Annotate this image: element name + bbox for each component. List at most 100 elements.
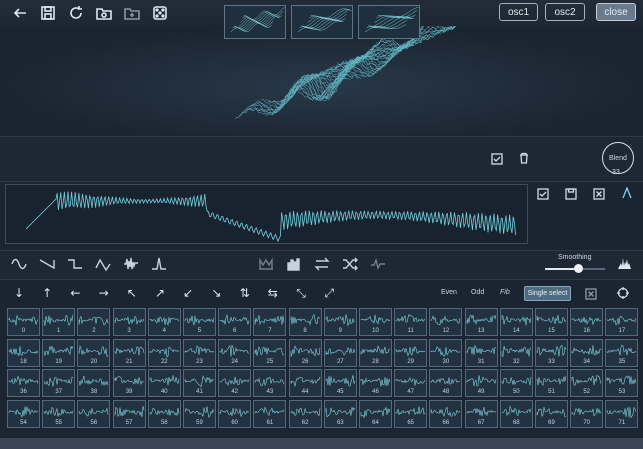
wave-cell[interactable]: 52 [570,369,604,397]
wave-cell[interactable]: 37 [42,369,76,397]
wave-cell[interactable]: 3 [112,308,146,336]
arrow-sort-icon[interactable]: ⤢ [322,286,336,300]
clear-icon[interactable] [593,188,605,200]
checkbox-icon[interactable] [491,153,503,165]
wave-cell[interactable]: 41 [183,369,216,397]
wave-cell[interactable]: 42 [218,369,252,397]
wave-cell[interactable]: 71 [605,399,639,428]
wave-cell[interactable]: 51 [535,369,568,397]
sine-icon[interactable] [11,256,27,272]
wave-cell[interactable]: 6 [218,308,252,336]
arrow-sort-icon[interactable]: ↖ [125,286,139,300]
saw-icon[interactable] [39,256,55,272]
wave-cell[interactable]: 11 [394,308,428,336]
dice-icon[interactable] [150,3,170,23]
wave-cell[interactable]: 62 [288,399,322,428]
wave-cell[interactable]: 30 [429,338,463,367]
wave-cell[interactable]: 7 [253,308,287,336]
spectrum-icon[interactable] [286,256,302,272]
wave-cell[interactable]: 21 [112,338,146,367]
odd-select[interactable]: Odd [471,289,484,296]
close-button[interactable]: close [596,3,636,21]
wave-cell[interactable]: 69 [535,399,568,428]
wave-cell[interactable]: 54 [7,399,40,428]
wave-cell[interactable]: 32 [499,338,533,367]
wave-cell[interactable]: 49 [464,369,498,397]
refresh-icon[interactable] [66,3,86,23]
wave-cell[interactable]: 56 [77,399,111,428]
arrow-sort-icon[interactable]: ↑ [40,286,54,300]
wave-cell[interactable]: 1 [42,308,76,336]
wave-cell[interactable]: 53 [605,369,639,397]
wave-cell[interactable]: 4 [147,308,181,336]
even-select[interactable]: Even [441,289,457,296]
wave-cell[interactable]: 10 [359,308,392,336]
wave-cell[interactable]: 24 [218,338,252,367]
wave-cell[interactable]: 40 [147,369,181,397]
wave-cell[interactable]: 66 [429,399,463,428]
wavetable-thumbnail[interactable] [224,5,286,39]
wave-cell[interactable]: 27 [323,338,357,367]
wave-cell[interactable]: 39 [112,369,146,397]
wave-cell[interactable]: 47 [394,369,428,397]
save-icon[interactable] [38,3,58,23]
wave-cell[interactable]: 19 [42,338,76,367]
save-wave-icon[interactable] [565,188,577,200]
wave-cell[interactable]: 12 [429,308,463,336]
wave-cell[interactable]: 55 [42,399,76,428]
wave-cell[interactable]: 59 [183,399,216,428]
osc2-button[interactable]: osc2 [545,3,585,21]
wave-cell[interactable]: 17 [605,308,639,336]
trash-icon[interactable] [518,152,530,164]
spectrum-view-icon[interactable] [617,255,633,271]
wave-cell[interactable]: 31 [464,338,498,367]
wavetable-3d-view[interactable] [0,11,643,136]
fib-select[interactable]: Fib [500,289,510,296]
wave-cell[interactable]: 23 [183,338,216,367]
wave-cell[interactable]: 8 [288,308,322,336]
wave-cell[interactable]: 0 [7,308,40,336]
filter-icon[interactable] [370,256,386,272]
wave-cell[interactable]: 20 [77,338,111,367]
wave-cell[interactable]: 25 [253,338,287,367]
wave-cell[interactable]: 70 [570,399,604,428]
arrow-sort-icon[interactable]: ↓ [12,286,26,300]
wave-cell[interactable]: 29 [394,338,428,367]
wave-cell[interactable]: 35 [605,338,639,367]
osc1-button[interactable]: osc1 [499,3,538,21]
wave-cell[interactable]: 26 [288,338,322,367]
wave-cell[interactable]: 5 [183,308,216,336]
wave-cell[interactable]: 34 [570,338,604,367]
arrow-sort-icon[interactable]: → [97,286,111,300]
wave-cell[interactable]: 43 [253,369,287,397]
folder-icon[interactable] [122,3,142,23]
wave-cell[interactable]: 36 [7,369,40,397]
wave-cell[interactable]: 57 [112,399,146,428]
triangle-icon[interactable] [95,256,111,272]
wave-cell[interactable]: 65 [394,399,428,428]
swap-icon[interactable] [314,256,330,272]
deselect-icon[interactable] [585,288,597,300]
back-icon[interactable] [10,3,30,23]
wave-cell[interactable]: 13 [464,308,498,336]
wave-cell[interactable]: 22 [147,338,181,367]
pulse-icon[interactable] [151,256,167,272]
square-icon[interactable] [67,256,83,272]
folder-settings-icon[interactable] [94,3,114,23]
wave-cell[interactable]: 2 [77,308,111,336]
wave-cell[interactable]: 68 [499,399,533,428]
shuffle-icon[interactable] [342,256,358,272]
target-icon[interactable] [617,287,629,299]
wave-cell[interactable]: 18 [7,338,40,367]
normalize-icon[interactable] [258,256,274,272]
wave-cell[interactable]: 48 [429,369,463,397]
wave-cell[interactable]: 50 [499,369,533,397]
wave-cell[interactable]: 60 [218,399,252,428]
wave-cell[interactable]: 28 [359,338,392,367]
wave-cell[interactable]: 9 [323,308,357,336]
arrow-sort-icon[interactable]: ⇆ [266,286,280,300]
wave-cell[interactable]: 64 [359,399,392,428]
wave-cell[interactable]: 58 [147,399,181,428]
wave-cell[interactable]: 46 [359,369,392,397]
waveform-editor[interactable] [5,184,528,244]
